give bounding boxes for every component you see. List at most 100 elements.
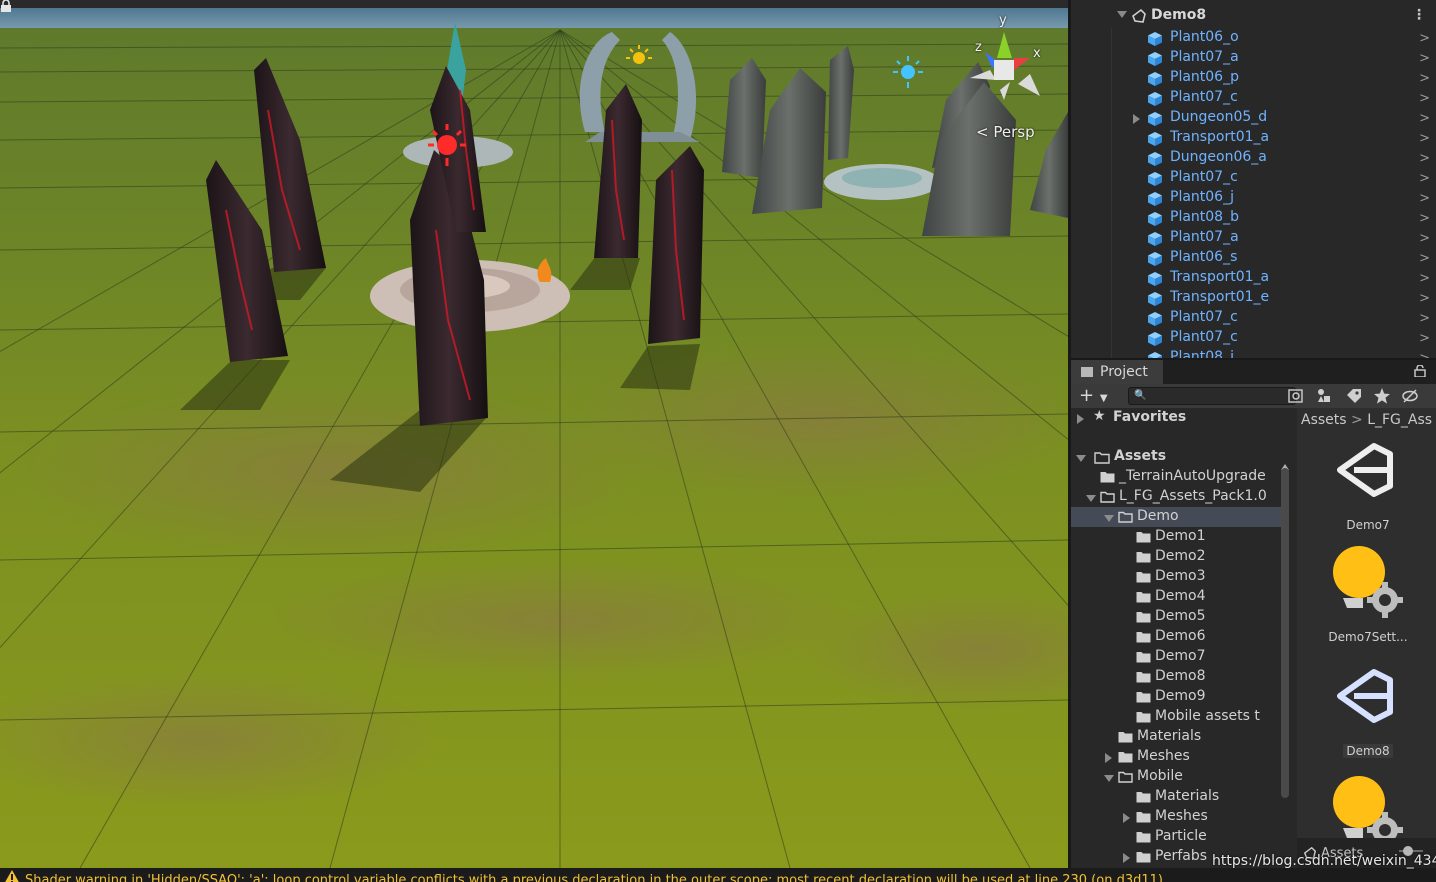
tree-folder-label: Demo2: [1155, 548, 1206, 564]
tree-favorites[interactable]: ★ Favorites: [1071, 408, 1281, 428]
hierarchy-item[interactable]: Plant08_b >: [1071, 208, 1436, 228]
hierarchy-item[interactable]: Plant08_j >: [1071, 348, 1436, 358]
folder-tab-icon: [1081, 367, 1093, 377]
scene-toolbar-edge: [0, 0, 1068, 8]
hierarchy-item-label: Plant07_a: [1170, 229, 1239, 245]
project-panel[interactable]: Project + ▼ 🔍 ★ Favorites Assets _Terrai…: [1068, 358, 1436, 868]
tree-folder-item[interactable]: Demo1: [1071, 527, 1281, 547]
expand-arrow-icon[interactable]: [1123, 813, 1130, 823]
tree-folder-item[interactable]: L_FG_Assets_Pack1.0: [1071, 487, 1281, 507]
hierarchy-item[interactable]: Dungeon06_a >: [1071, 148, 1436, 168]
chevron-right-icon[interactable]: >: [1419, 311, 1430, 326]
tree-folder-item[interactable]: Demo6: [1071, 627, 1281, 647]
chevron-right-icon[interactable]: >: [1419, 351, 1430, 358]
tree-folder-label: Demo9: [1155, 688, 1206, 704]
search-by-type-icon[interactable]: [1287, 387, 1305, 405]
hierarchy-panel[interactable]: Demo8 ⋮ Plant06_o > Plant07_a > Plant06_p > Pl…: [1068, 0, 1436, 358]
chevron-right-icon[interactable]: >: [1419, 31, 1430, 46]
tree-scrollbar[interactable]: [1281, 468, 1289, 798]
hierarchy-item[interactable]: Plant06_s >: [1071, 248, 1436, 268]
hierarchy-item[interactable]: Plant06_o >: [1071, 28, 1436, 48]
tree-assets[interactable]: Assets: [1071, 447, 1281, 467]
chevron-right-icon[interactable]: >: [1419, 171, 1430, 186]
filter-by-label-icon[interactable]: [1345, 387, 1363, 405]
gizmo-axis-x: x: [1033, 46, 1041, 61]
tree-folder-item[interactable]: Meshes: [1071, 747, 1281, 767]
favorite-star-icon[interactable]: [1373, 387, 1391, 405]
create-button[interactable]: + ▼: [1079, 385, 1108, 406]
tab-project[interactable]: Project: [1071, 360, 1163, 386]
folder-tree[interactable]: ★ Favorites Assets _TerrainAutoUpgrade L_…: [1071, 408, 1293, 868]
chevron-right-icon[interactable]: >: [1419, 291, 1430, 306]
hierarchy-item[interactable]: Plant07_c >: [1071, 168, 1436, 188]
expand-arrow-icon[interactable]: [1105, 753, 1112, 763]
tree-folder-item[interactable]: Demo7: [1071, 647, 1281, 667]
tree-folder-item[interactable]: Meshes: [1071, 807, 1281, 827]
expand-arrow-icon[interactable]: [1077, 414, 1084, 424]
collapse-arrow-icon[interactable]: [1086, 495, 1096, 502]
chevron-right-icon[interactable]: >: [1419, 91, 1430, 106]
filter-by-type-icon[interactable]: [1315, 387, 1333, 405]
projection-toggle[interactable]: < Persp: [976, 123, 1035, 141]
chevron-right-icon[interactable]: >: [1419, 71, 1430, 86]
tree-folder-item[interactable]: Demo4: [1071, 587, 1281, 607]
breadcrumb-item[interactable]: Assets: [1301, 412, 1347, 428]
chevron-right-icon[interactable]: >: [1419, 111, 1430, 126]
chevron-right-icon[interactable]: >: [1419, 231, 1430, 246]
tree-folder-item[interactable]: Materials: [1071, 787, 1281, 807]
hierarchy-root-label: Demo8: [1151, 7, 1207, 23]
chevron-right-icon[interactable]: >: [1419, 211, 1430, 226]
breadcrumb-item[interactable]: L_FG_Ass: [1367, 412, 1432, 428]
chevron-right-icon[interactable]: >: [1419, 331, 1430, 346]
hierarchy-item[interactable]: Plant07_c >: [1071, 328, 1436, 348]
hierarchy-item[interactable]: Plant07_c >: [1071, 88, 1436, 108]
chevron-right-icon[interactable]: >: [1419, 251, 1430, 266]
hierarchy-item[interactable]: Transport01_a >: [1071, 268, 1436, 288]
project-toolbar: + ▼ 🔍: [1071, 384, 1436, 408]
hierarchy-item[interactable]: Transport01_e >: [1071, 288, 1436, 308]
chevron-right-icon[interactable]: >: [1419, 271, 1430, 286]
chevron-right-icon[interactable]: >: [1419, 51, 1430, 66]
tree-folder-item[interactable]: Demo8: [1071, 667, 1281, 687]
hierarchy-item[interactable]: Plant07_a >: [1071, 228, 1436, 248]
tree-folder-label: Demo8: [1155, 668, 1206, 684]
tree-folder-item[interactable]: Mobile: [1071, 767, 1281, 787]
console-status-bar[interactable]: Shader warning in 'Hidden/SSAO': 'a': lo…: [0, 868, 1436, 882]
hierarchy-item[interactable]: Plant07_c >: [1071, 308, 1436, 328]
chevron-right-icon[interactable]: >: [1419, 131, 1430, 146]
tree-folder-item[interactable]: Demo3: [1071, 567, 1281, 587]
lock-icon[interactable]: [0, 0, 12, 12]
hierarchy-item[interactable]: Dungeon05_d >: [1071, 108, 1436, 128]
scene-view[interactable]: y z x < Persp: [0, 0, 1068, 868]
folder-icon: [1136, 532, 1151, 543]
asset-grid[interactable]: Assets > L_FG_Ass Demo7 Demo7Sett... Demo8…: [1297, 408, 1436, 868]
lock-icon[interactable]: [1414, 365, 1426, 377]
tree-folder-item[interactable]: Demo: [1071, 507, 1281, 527]
collapse-arrow-icon[interactable]: [1117, 11, 1127, 18]
hierarchy-item[interactable]: Plant06_p >: [1071, 68, 1436, 88]
open-folder-icon: [1094, 452, 1110, 464]
collapse-arrow-icon[interactable]: [1076, 455, 1086, 462]
tree-folder-item[interactable]: Demo5: [1071, 607, 1281, 627]
tree-folder-item[interactable]: Mobile assets t: [1071, 707, 1281, 727]
chevron-right-icon[interactable]: >: [1419, 151, 1430, 166]
search-input[interactable]: 🔍: [1128, 387, 1296, 405]
tree-folder-item[interactable]: Demo2: [1071, 547, 1281, 567]
chevron-right-icon[interactable]: >: [1419, 191, 1430, 206]
tree-folder-item[interactable]: Materials: [1071, 727, 1281, 747]
kebab-menu-icon[interactable]: ⋮: [1412, 7, 1426, 23]
hierarchy-item[interactable]: Plant06_j >: [1071, 188, 1436, 208]
hierarchy-root-row[interactable]: Demo8 ⋮: [1071, 6, 1436, 26]
expand-arrow-icon[interactable]: [1133, 114, 1140, 124]
collapse-arrow-icon[interactable]: [1104, 775, 1114, 782]
hidden-packages-icon[interactable]: [1401, 387, 1419, 405]
collapse-arrow-icon[interactable]: [1104, 515, 1114, 522]
hierarchy-item[interactable]: Plant07_a >: [1071, 48, 1436, 68]
create-button-label: +: [1079, 385, 1095, 406]
expand-arrow-icon[interactable]: [1123, 853, 1130, 863]
tree-folder-item[interactable]: _TerrainAutoUpgrade: [1071, 467, 1281, 487]
folder-icon: [1136, 672, 1151, 683]
hierarchy-item[interactable]: Transport01_a >: [1071, 128, 1436, 148]
tree-folder-item[interactable]: Particle: [1071, 827, 1281, 847]
tree-folder-item[interactable]: Demo9: [1071, 687, 1281, 707]
